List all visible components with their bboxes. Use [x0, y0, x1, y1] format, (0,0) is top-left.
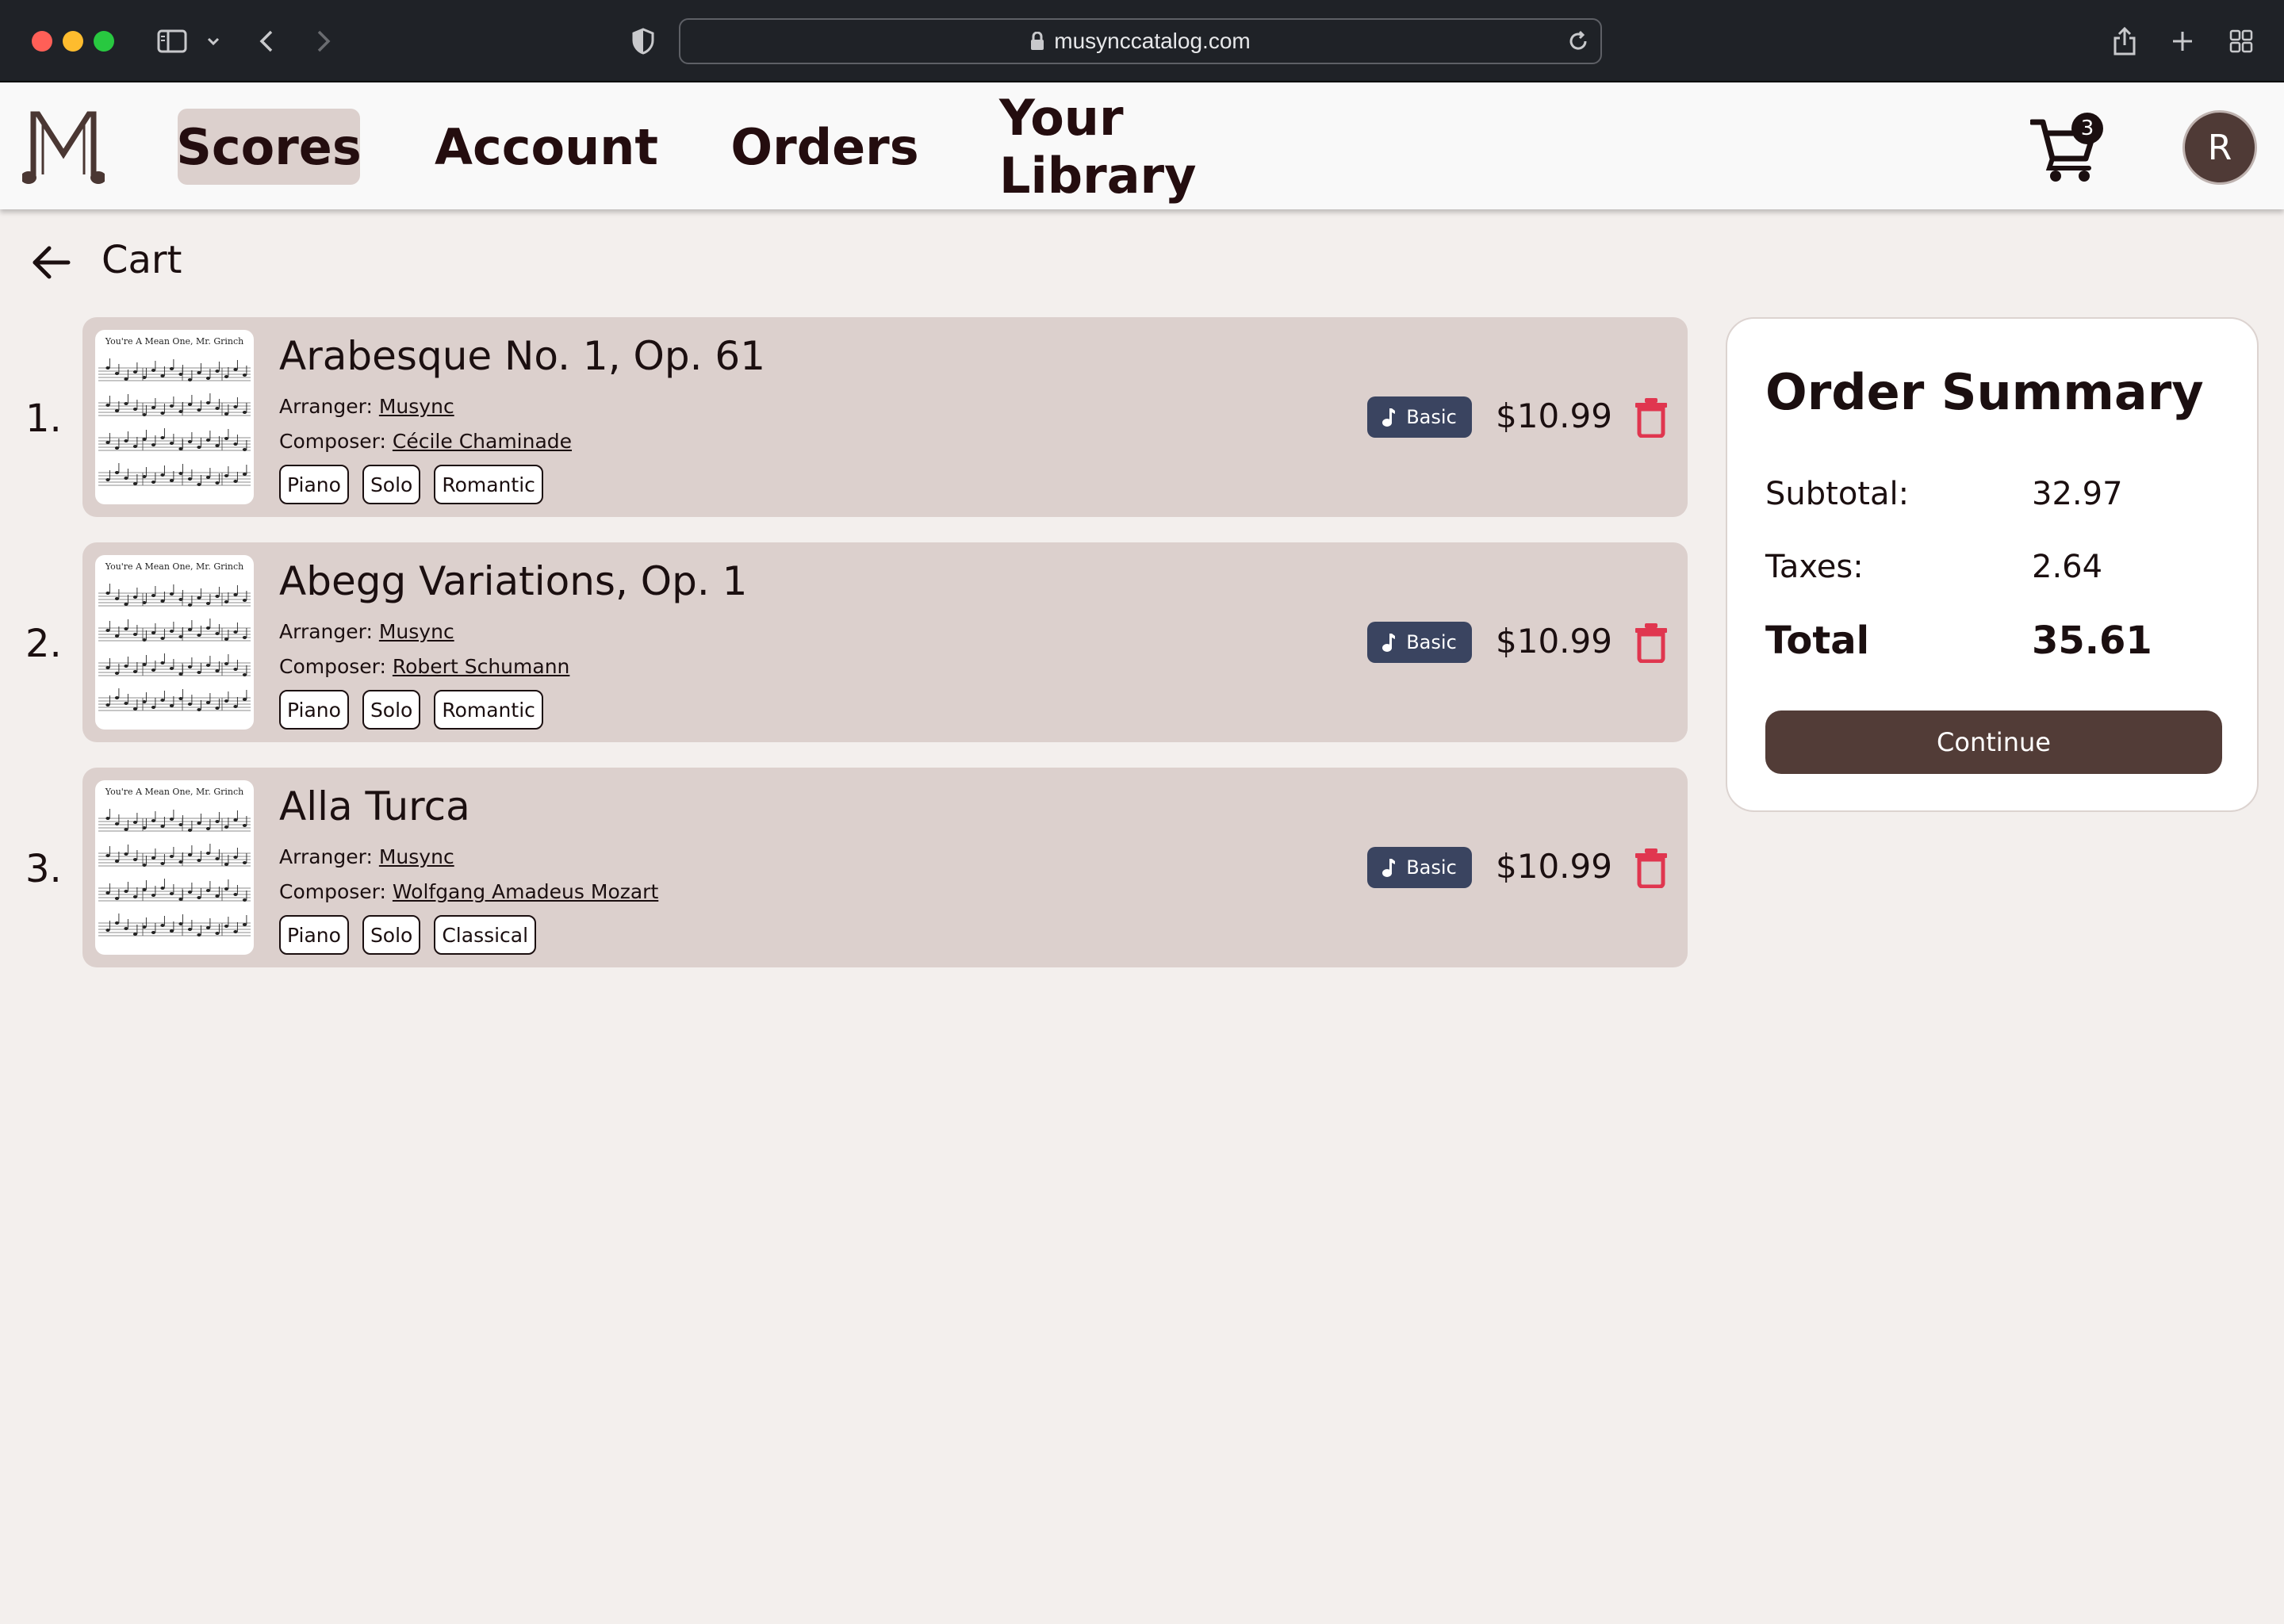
- maximize-window-button[interactable]: [94, 31, 114, 52]
- continue-button[interactable]: Continue: [1765, 710, 2222, 774]
- subtotal-value: 32.97: [2032, 476, 2123, 512]
- total-value: 35.61: [2032, 619, 2152, 663]
- arranger-link[interactable]: Musync: [379, 395, 454, 418]
- sidebar-toggle-icon[interactable]: [155, 24, 189, 59]
- nav-scores[interactable]: Scores: [176, 109, 362, 185]
- taxes-label: Taxes:: [1765, 549, 1864, 585]
- address-bar[interactable]: musynccatalog.com: [679, 18, 1602, 64]
- composer-link[interactable]: Robert Schumann: [393, 655, 570, 678]
- score-thumbnail[interactable]: You're A Mean One, Mr. Grinch: [95, 330, 254, 504]
- tier-badge[interactable]: Basic: [1367, 622, 1472, 663]
- minimize-window-button[interactable]: [63, 31, 83, 52]
- music-note-icon: [1382, 408, 1396, 427]
- tag-chip: Romantic: [434, 465, 543, 504]
- tag-list: Piano Solo Romantic: [279, 465, 543, 504]
- share-icon[interactable]: [2111, 24, 2138, 59]
- score-thumbnail[interactable]: You're A Mean One, Mr. Grinch: [95, 555, 254, 730]
- cart-item: You're A Mean One, Mr. Grinch Alla Turca…: [82, 768, 1688, 967]
- order-summary-card: Order Summary Subtotal: 32.97 Taxes: 2.6…: [1726, 317, 2259, 812]
- item-price: $10.99: [1496, 847, 1612, 886]
- thumbnail-title: You're A Mean One, Mr. Grinch: [105, 336, 243, 347]
- composer-label: Composer:: [279, 655, 386, 678]
- lock-icon: [1030, 32, 1044, 51]
- tier-badge[interactable]: Basic: [1367, 396, 1472, 438]
- url-text: musynccatalog.com: [1054, 29, 1251, 53]
- tier-label: Basic: [1406, 856, 1457, 879]
- nav-your-library[interactable]: Your Library: [999, 89, 1301, 205]
- back-nav-icon[interactable]: [254, 24, 279, 59]
- tag-chip: Piano: [279, 915, 349, 955]
- browser-toolbar: musynccatalog.com: [0, 0, 2284, 82]
- item-arranger: Arranger: Musync: [279, 845, 454, 868]
- tag-chip: Piano: [279, 465, 349, 504]
- item-number: 3.: [25, 847, 62, 891]
- chevron-down-icon[interactable]: [205, 24, 222, 59]
- arranger-label: Arranger:: [279, 395, 373, 418]
- item-price: $10.99: [1496, 622, 1612, 661]
- cart-count-badge: 3: [2071, 113, 2103, 144]
- new-tab-icon[interactable]: [2170, 24, 2195, 59]
- avatar[interactable]: R: [2182, 110, 2257, 185]
- item-title[interactable]: Alla Turca: [279, 783, 470, 829]
- trash-icon[interactable]: [1634, 847, 1669, 889]
- item-composer: Composer: Wolfgang Amadeus Mozart: [279, 880, 658, 903]
- music-note-icon: [1382, 859, 1396, 877]
- taxes-value: 2.64: [2032, 549, 2103, 585]
- thumbnail-title: You're A Mean One, Mr. Grinch: [105, 561, 243, 572]
- app-header: Scores Account Orders Your Library 3 R: [0, 82, 2284, 209]
- reload-icon[interactable]: [1567, 30, 1589, 52]
- nav-account[interactable]: Account: [435, 109, 658, 185]
- item-number: 2.: [25, 622, 62, 666]
- composer-label: Composer:: [279, 880, 386, 903]
- tag-chip: Solo: [362, 690, 421, 730]
- music-note-icon: [1382, 634, 1396, 652]
- subtotal-label: Subtotal:: [1765, 476, 1910, 512]
- tag-chip: Solo: [362, 915, 421, 955]
- item-title[interactable]: Abegg Variations, Op. 1: [279, 558, 747, 604]
- item-title[interactable]: Arabesque No. 1, Op. 61: [279, 333, 765, 379]
- cart-item: You're A Mean One, Mr. Grinch Arabesque …: [82, 317, 1688, 517]
- composer-link[interactable]: Wolfgang Amadeus Mozart: [393, 880, 658, 903]
- forward-nav-icon[interactable]: [311, 24, 336, 59]
- back-arrow-icon[interactable]: [30, 242, 71, 283]
- arranger-label: Arranger:: [279, 845, 373, 868]
- tag-chip: Classical: [434, 915, 537, 955]
- item-composer: Composer: Robert Schumann: [279, 655, 569, 678]
- item-price: $10.99: [1496, 396, 1612, 435]
- total-label: Total: [1765, 619, 1870, 663]
- tier-label: Basic: [1406, 631, 1457, 653]
- item-arranger: Arranger: Musync: [279, 620, 454, 643]
- item-composer: Composer: Cécile Chaminade: [279, 430, 572, 453]
- tag-chip: Solo: [362, 465, 421, 504]
- trash-icon[interactable]: [1634, 396, 1669, 439]
- tab-overview-icon[interactable]: [2227, 24, 2255, 59]
- cart-button[interactable]: 3: [2029, 113, 2106, 184]
- arranger-label: Arranger:: [279, 620, 373, 643]
- thumbnail-title: You're A Mean One, Mr. Grinch: [105, 787, 243, 797]
- tag-list: Piano Solo Classical: [279, 915, 537, 955]
- order-summary-title: Order Summary: [1765, 363, 2204, 421]
- tag-chip: Piano: [279, 690, 349, 730]
- item-number: 1.: [25, 396, 62, 441]
- tier-label: Basic: [1406, 406, 1457, 428]
- nav-orders[interactable]: Orders: [730, 109, 918, 185]
- arranger-link[interactable]: Musync: [379, 845, 454, 868]
- tag-list: Piano Solo Romantic: [279, 690, 543, 730]
- close-window-button[interactable]: [32, 31, 52, 52]
- page-title: Cart: [102, 238, 182, 282]
- musync-logo[interactable]: [21, 105, 106, 187]
- arranger-link[interactable]: Musync: [379, 620, 454, 643]
- composer-label: Composer:: [279, 430, 386, 453]
- score-thumbnail[interactable]: You're A Mean One, Mr. Grinch: [95, 780, 254, 955]
- item-arranger: Arranger: Musync: [279, 395, 454, 418]
- tier-badge[interactable]: Basic: [1367, 847, 1472, 888]
- composer-link[interactable]: Cécile Chaminade: [393, 430, 572, 453]
- cart-item: You're A Mean One, Mr. Grinch Abegg Vari…: [82, 542, 1688, 742]
- tag-chip: Romantic: [434, 690, 543, 730]
- trash-icon[interactable]: [1634, 622, 1669, 664]
- shield-icon[interactable]: [630, 24, 657, 59]
